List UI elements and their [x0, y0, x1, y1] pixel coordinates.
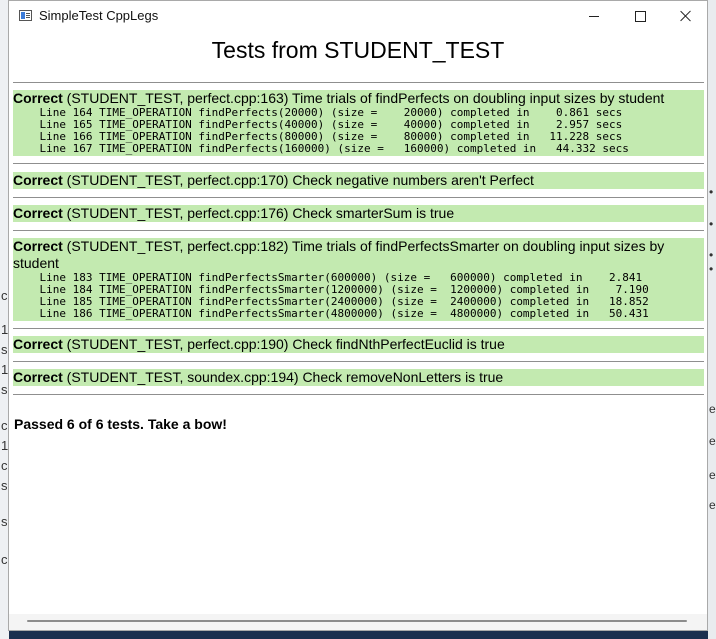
background-window-right: • • • • e e e e	[708, 0, 716, 639]
test-title: Correct (STUDENT_TEST, perfect.cpp:182) …	[13, 238, 673, 272]
close-button[interactable]	[663, 1, 707, 31]
test-result: Correct (STUDENT_TEST, perfect.cpp:163) …	[13, 90, 704, 156]
app-window-icon	[19, 10, 32, 21]
maximize-button[interactable]	[617, 1, 663, 31]
window-title: SimpleTest CppLegs	[39, 8, 159, 23]
test-result: Correct (STUDENT_TEST, perfect.cpp:182) …	[13, 238, 704, 321]
background-text: s	[1, 342, 8, 357]
test-result: Correct (STUDENT_TEST, perfect.cpp:190) …	[13, 336, 704, 353]
minimize-icon	[589, 15, 599, 17]
status-label: Correct	[13, 238, 63, 254]
status-label: Correct	[13, 172, 63, 188]
test-description: (STUDENT_TEST, perfect.cpp:182) Time tri…	[13, 238, 665, 271]
title-bar[interactable]: SimpleTest CppLegs	[9, 1, 707, 31]
background-text: c	[1, 552, 8, 567]
minimize-button[interactable]	[571, 1, 617, 31]
background-text: e	[709, 434, 716, 448]
maximize-icon	[634, 10, 646, 22]
test-result: Correct (STUDENT_TEST, perfect.cpp:170) …	[13, 172, 704, 189]
background-text: e	[709, 402, 716, 416]
test-description: (STUDENT_TEST, perfect.cpp:190) Check fi…	[62, 336, 505, 352]
test-description: (STUDENT_TEST, perfect.cpp:176) Check sm…	[62, 205, 455, 221]
divider	[13, 230, 704, 231]
test-result: Correct (STUDENT_TEST, perfect.cpp:176) …	[13, 205, 704, 222]
test-title: Correct (STUDENT_TEST, perfect.cpp:163) …	[13, 90, 704, 107]
status-label: Correct	[13, 369, 63, 385]
background-text: s	[1, 514, 8, 529]
background-text: c	[1, 458, 8, 473]
background-text: s	[1, 478, 8, 493]
page-title: Tests from STUDENT_TEST	[211, 37, 505, 63]
background-text: e	[709, 498, 716, 512]
background-text: •	[709, 185, 714, 199]
close-icon	[680, 10, 692, 22]
test-title: Correct (STUDENT_TEST, soundex.cpp:194) …	[13, 369, 704, 386]
background-text: •	[709, 217, 714, 231]
background-text: c	[1, 418, 8, 433]
divider	[13, 197, 704, 198]
background-text: s	[1, 382, 8, 397]
test-description: (STUDENT_TEST, perfect.cpp:170) Check ne…	[62, 172, 534, 188]
status-label: Correct	[13, 336, 63, 352]
test-summary: Passed 6 of 6 tests. Take a bow!	[14, 416, 227, 432]
divider	[13, 82, 704, 83]
app-window: SimpleTest CppLegs Tests from STUDENT_TE…	[8, 0, 708, 631]
divider	[13, 361, 704, 362]
test-result: Correct (STUDENT_TEST, soundex.cpp:194) …	[13, 369, 704, 386]
divider	[13, 163, 704, 164]
test-title: Correct (STUDENT_TEST, perfect.cpp:190) …	[13, 336, 704, 353]
background-text: •	[709, 248, 714, 262]
test-description: (STUDENT_TEST, soundex.cpp:194) Check re…	[62, 369, 504, 385]
test-description: (STUDENT_TEST, perfect.cpp:163) Time tri…	[62, 90, 665, 106]
scrollbar-thumb[interactable]	[27, 620, 687, 622]
background-text: e	[709, 468, 716, 482]
background-text: •	[709, 262, 714, 276]
divider	[13, 394, 704, 395]
test-title: Correct (STUDENT_TEST, perfect.cpp:170) …	[13, 172, 704, 189]
timing-line: Line 167 TIME_OPERATION findPerfects(160…	[13, 142, 629, 155]
background-text: c	[1, 288, 8, 303]
horizontal-scrollbar[interactable]	[9, 614, 707, 630]
status-label: Correct	[13, 205, 63, 221]
status-label: Correct	[13, 90, 63, 106]
timing-line: Line 186 TIME_OPERATION findPerfectsSmar…	[13, 307, 649, 320]
test-title: Correct (STUDENT_TEST, perfect.cpp:176) …	[13, 205, 704, 222]
divider	[13, 328, 704, 329]
